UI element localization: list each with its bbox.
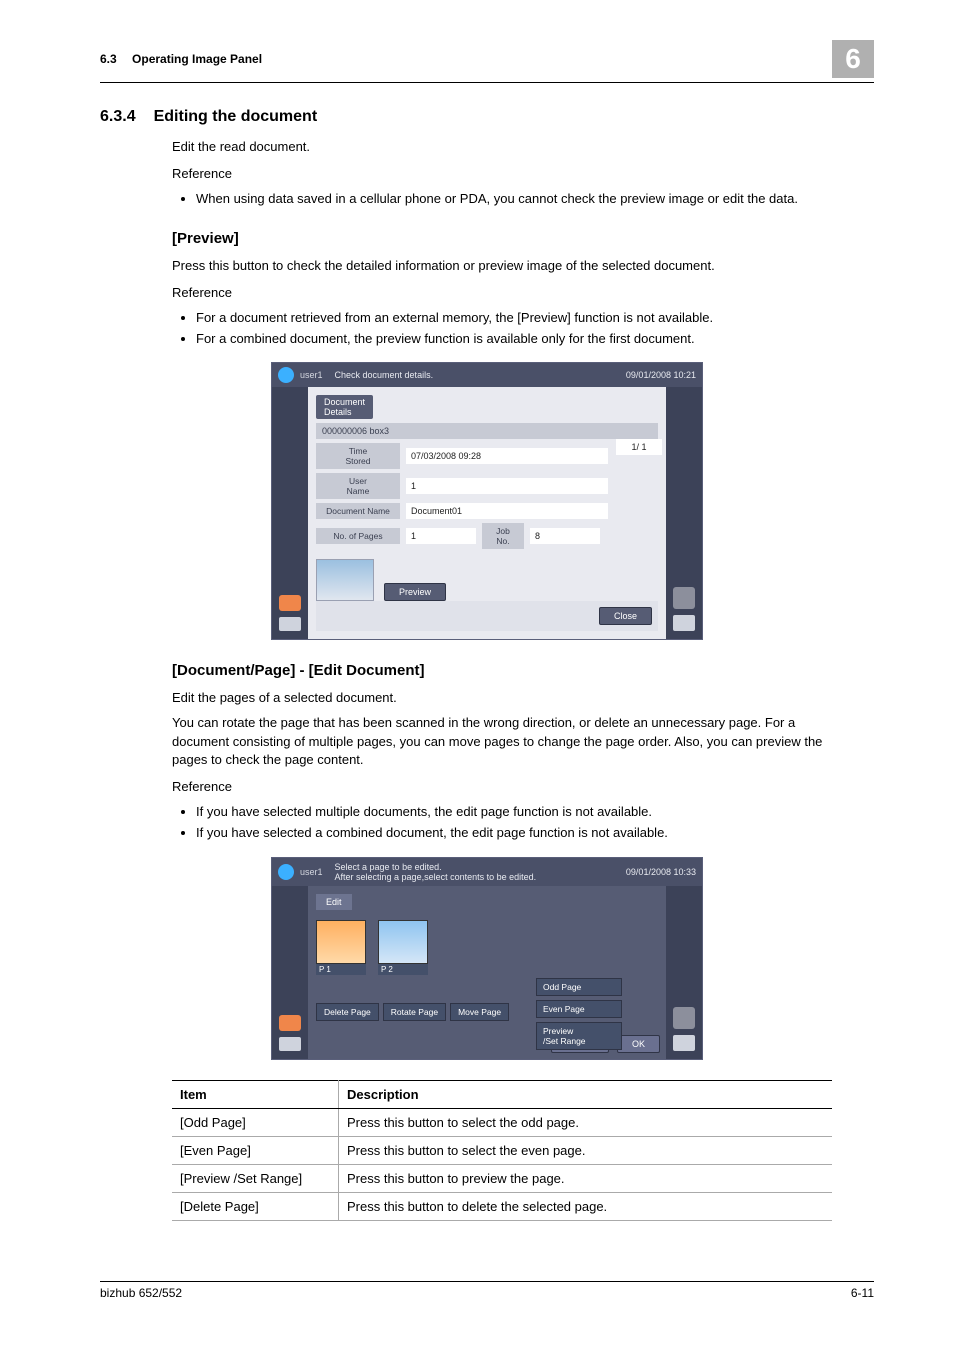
edit-desc: You can rotate the page that has been sc…: [172, 714, 852, 771]
page-thumb-1[interactable]: P 1: [316, 920, 366, 975]
reference-list: When using data saved in a cellular phon…: [172, 190, 852, 208]
field-value: 1: [406, 528, 476, 544]
page-footer: bizhub 652/552 6-11: [100, 1281, 874, 1300]
subsection-title: Editing the document: [154, 108, 318, 126]
edit-screenshot: user1 Select a page to be edited. After …: [271, 857, 703, 1060]
field-value: 1: [406, 478, 608, 494]
odd-page-button[interactable]: Odd Page: [536, 978, 622, 996]
right-sidebar: [666, 387, 702, 639]
user-icon: [278, 864, 294, 880]
table-row: [Odd Page]Press this button to select th…: [172, 1108, 832, 1136]
list-icon: [279, 617, 301, 631]
tab-document-details[interactable]: Document Details: [316, 395, 373, 419]
preview-screenshot: user1 Check document details. 09/01/2008…: [271, 362, 703, 640]
reference-item: If you have selected multiple documents,…: [196, 803, 852, 821]
reference-list: If you have selected multiple documents,…: [172, 803, 852, 842]
left-sidebar: [272, 387, 308, 639]
even-page-button[interactable]: Even Page: [536, 1000, 622, 1018]
field-label: Document Name: [316, 503, 400, 519]
datetime: 09/01/2008 10:21: [626, 370, 696, 380]
running-header: 6.3 Operating Image Panel 6: [100, 40, 874, 83]
document-thumbnail: [316, 559, 374, 601]
list-icon: [279, 1037, 301, 1051]
field-label: No. of Pages: [316, 528, 400, 544]
status-line1: Select a page to be edited.: [335, 862, 442, 872]
reference-item: For a document retrieved from an externa…: [196, 309, 852, 327]
reference-item: When using data saved in a cellular phon…: [196, 190, 852, 208]
delete-page-button[interactable]: Delete Page: [316, 1003, 379, 1021]
field-value: 07/03/2008 09:28: [406, 448, 608, 464]
field-label: User Name: [316, 473, 400, 499]
reference-label: Reference: [172, 284, 852, 303]
product-name: bizhub 652/552: [100, 1286, 182, 1300]
table-row: [Even Page]Press this button to select t…: [172, 1136, 832, 1164]
field-value: Document01: [406, 503, 608, 519]
edit-intro: Edit the pages of a selected document.: [172, 689, 852, 708]
field-label: Time Stored: [316, 443, 400, 469]
tab-edit[interactable]: Edit: [316, 894, 352, 910]
rotate-page-button[interactable]: Rotate Page: [383, 1003, 446, 1021]
right-sidebar: [666, 886, 702, 1059]
table-row: [Delete Page]Press this button to delete…: [172, 1192, 832, 1220]
reference-item: For a combined document, the preview fun…: [196, 330, 852, 348]
page-thumb-2[interactable]: P 2: [378, 920, 428, 975]
reference-label: Reference: [172, 778, 852, 797]
reference-list: For a document retrieved from an externa…: [172, 309, 852, 348]
subsection-number: 6.3.4: [100, 108, 136, 126]
preview-desc: Press this button to check the detailed …: [172, 257, 852, 276]
user-name: user1: [300, 370, 323, 380]
box-path: 000000006 box3: [316, 423, 658, 439]
field-label: Job No.: [482, 523, 524, 549]
table-header-item: Item: [172, 1080, 339, 1108]
list-icon: [673, 1035, 695, 1051]
edit-document-heading: [Document/Page] - [Edit Document]: [172, 662, 852, 679]
page-number: 6-11: [851, 1286, 874, 1300]
section-title: Operating Image Panel: [132, 52, 262, 66]
section-number: 6.3: [100, 52, 117, 66]
move-page-button[interactable]: Move Page: [450, 1003, 509, 1021]
intro-text: Edit the read document.: [172, 138, 852, 157]
list-icon: [673, 615, 695, 631]
table-header-desc: Description: [339, 1080, 833, 1108]
close-button[interactable]: Close: [599, 607, 652, 625]
datetime: 09/01/2008 10:33: [626, 867, 696, 877]
page-counter: 1/ 1: [616, 439, 662, 455]
chapter-number: 6: [832, 40, 874, 78]
reference-item: If you have selected a combined document…: [196, 824, 852, 842]
field-value: 8: [530, 528, 600, 544]
preview-button[interactable]: Preview: [384, 583, 446, 601]
preview-heading: [Preview]: [172, 230, 852, 247]
status-line2: After selecting a page,select contents t…: [335, 872, 537, 882]
hand-icon: [673, 587, 695, 609]
left-sidebar: [272, 886, 308, 1059]
description-table: Item Description [Odd Page]Press this bu…: [172, 1080, 832, 1221]
hand-icon: [673, 1007, 695, 1029]
subsection-heading: 6.3.4 Editing the document: [100, 108, 874, 126]
user-name: user1: [300, 867, 323, 877]
reference-label: Reference: [172, 165, 852, 184]
orange-icon: [279, 1015, 301, 1031]
user-icon: [278, 367, 294, 383]
ok-button[interactable]: OK: [617, 1035, 660, 1053]
status-message: Check document details.: [335, 370, 626, 380]
orange-icon: [279, 595, 301, 611]
preview-set-range-button[interactable]: Preview /Set Range: [536, 1022, 622, 1050]
table-row: [Preview /Set Range]Press this button to…: [172, 1164, 832, 1192]
